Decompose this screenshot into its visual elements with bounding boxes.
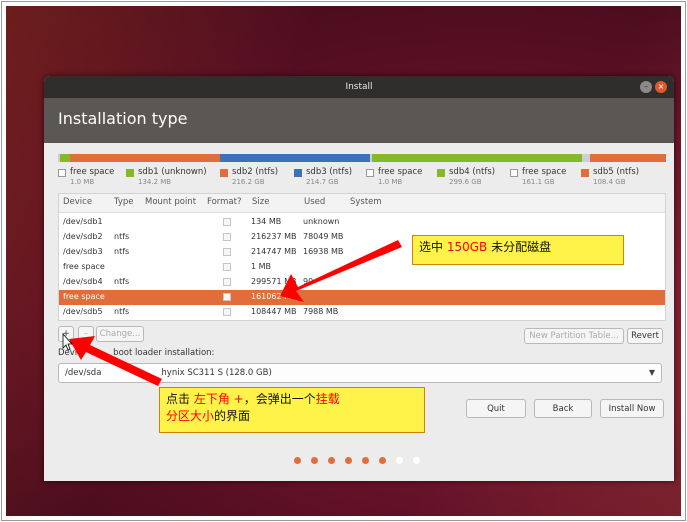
callout-line1-start: 点击 [166, 392, 194, 406]
photo-background: Install – × Installation type free space… [6, 6, 681, 516]
callout-click-add: 点击 左下角 +，会弹出一个挂载 分区大小的界面 [159, 387, 425, 433]
bottom-arrow [69, 336, 162, 386]
callout-line2-highlight: 分区大小 [166, 409, 215, 423]
top-arrow [280, 240, 402, 302]
callout-line1-middle: ，会弹出一个 [243, 392, 316, 406]
callout-line1-highlight: 左下角 + [193, 392, 244, 406]
callout-top-highlight: 150GB [446, 240, 488, 254]
mouse-cursor-icon [62, 332, 73, 351]
callout-select-free-space: 选中 150GB 未分配磁盘 [412, 235, 624, 265]
callout-top-post: 未分配磁盘 [487, 240, 552, 254]
callout-line2-end: 的界面 [214, 409, 251, 423]
callout-line1-highlight-2: 挂载 [315, 392, 340, 406]
callout-top-pre: 选中 [419, 240, 447, 254]
